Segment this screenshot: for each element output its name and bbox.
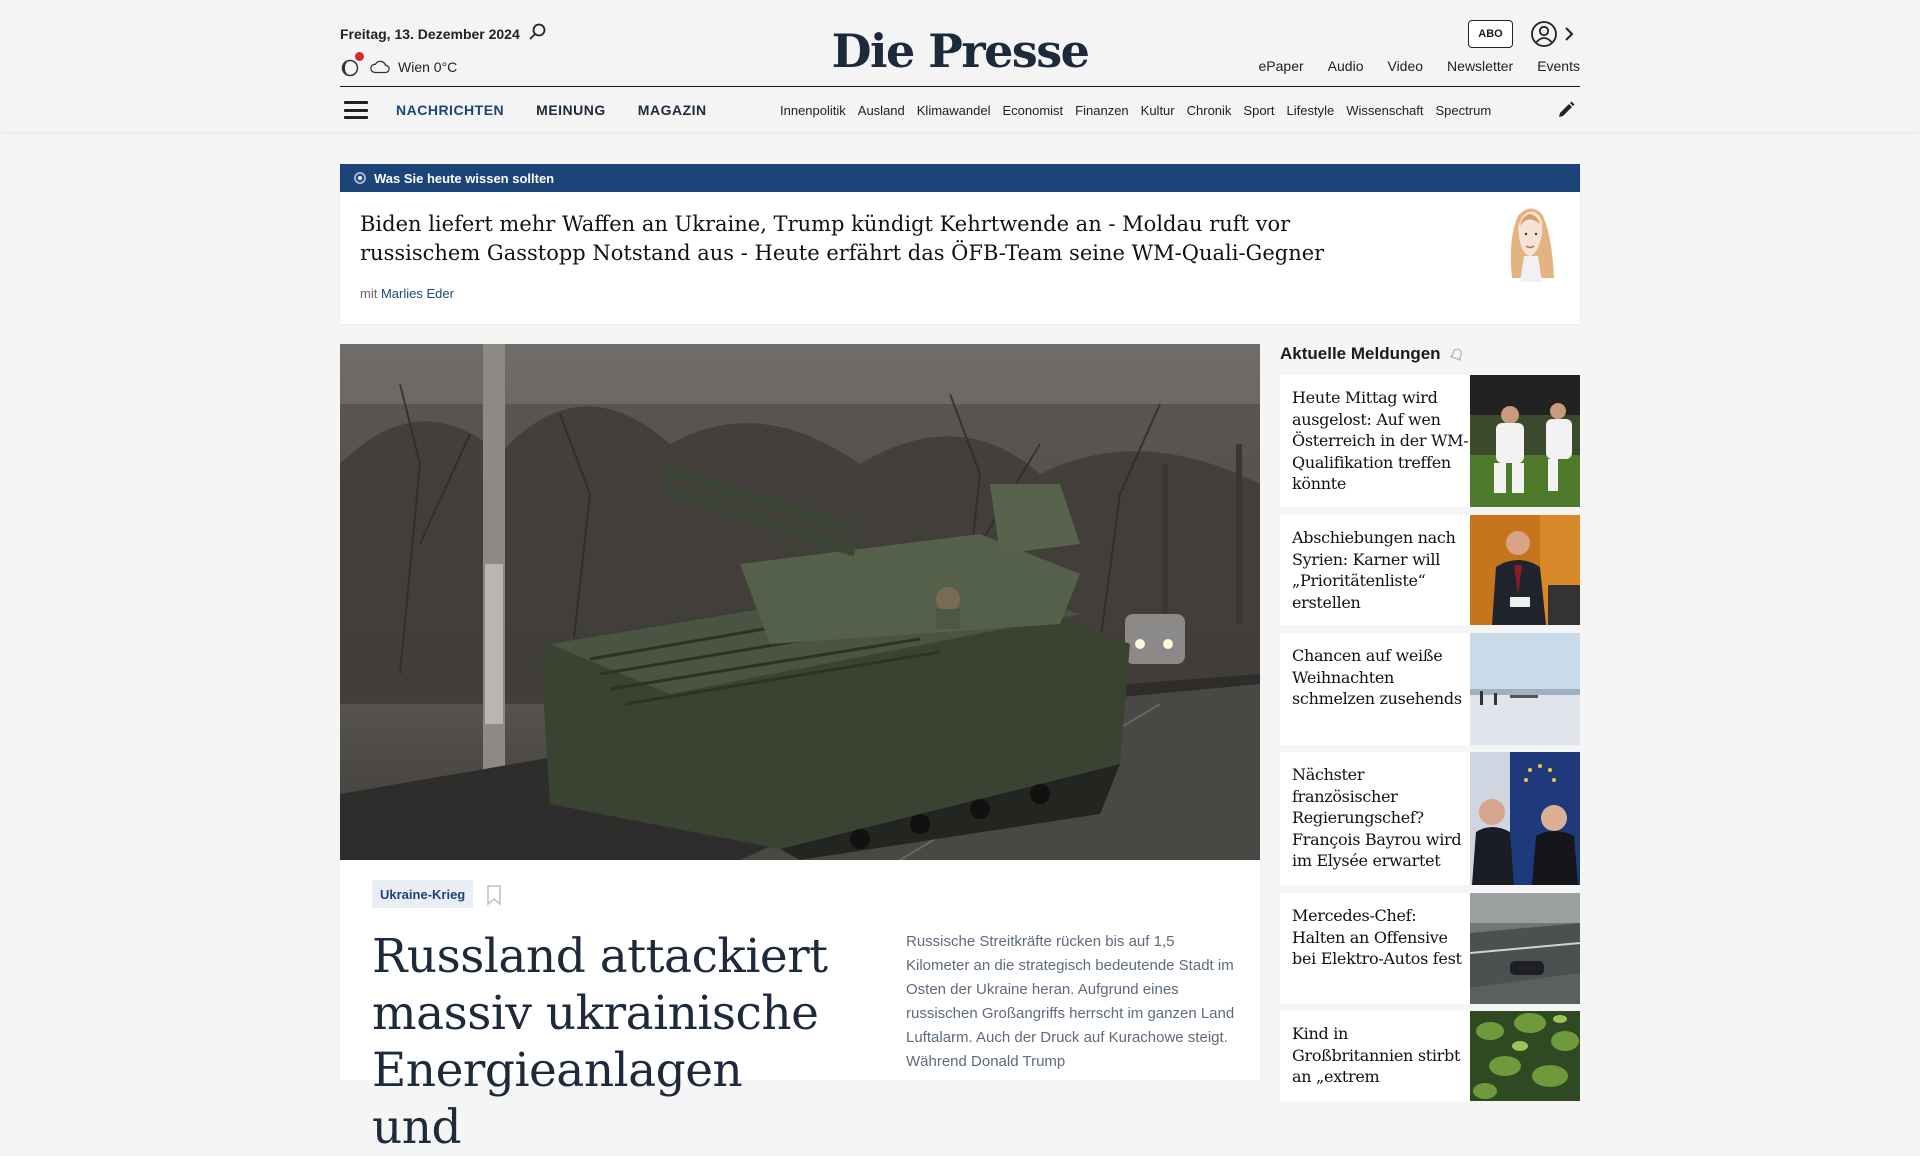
chevron-right-icon[interactable] <box>1562 24 1576 44</box>
live-indicator-icon <box>354 172 366 184</box>
daily-briefing: Was Sie heute wissen sollten Biden liefe… <box>340 164 1580 324</box>
site-header: Freitag, 13. Dezember 2024 Wien 0°C Die … <box>0 0 1920 132</box>
news-item[interactable]: Nächster französischer Regierungschef? F… <box>1280 752 1580 885</box>
news-item-title: Mercedes-Chef: Halten an Offensive bei E… <box>1292 906 1462 968</box>
nav-finanzen[interactable]: Finanzen <box>1075 103 1128 118</box>
news-thumbnail <box>1470 633 1580 745</box>
news-item[interactable]: Abschiebungen nach Syrien: Karner will „… <box>1280 515 1580 625</box>
link-video[interactable]: Video <box>1387 58 1423 74</box>
author-portrait <box>1510 208 1554 282</box>
cloud-icon <box>370 60 390 74</box>
nav-innenpolitik[interactable]: Innenpolitik <box>780 103 846 118</box>
author-prefix: mit <box>360 286 378 301</box>
primary-nav: NACHRICHTEN MEINUNG MAGAZIN <box>396 102 707 118</box>
nav-nachrichten[interactable]: NACHRICHTEN <box>396 102 504 118</box>
news-item-title: Nächster französischer Regierungschef? F… <box>1292 765 1462 870</box>
briefing-headline[interactable]: Biden liefert mehr Waffen an Ukraine, Tr… <box>360 210 1360 268</box>
nav-economist[interactable]: Economist <box>1002 103 1063 118</box>
news-item-title: Heute Mittag wird ausgelost: Auf wen Öst… <box>1292 388 1469 493</box>
section-nav: Innenpolitik Ausland Klimawandel Economi… <box>780 103 1535 118</box>
news-item[interactable]: Kind in Großbritannien stirbt an „extrem <box>1280 1011 1580 1101</box>
news-item[interactable]: Heute Mittag wird ausgelost: Auf wen Öst… <box>1280 375 1580 507</box>
bell-icon[interactable] <box>1449 346 1465 362</box>
article-headline[interactable]: Russland attackiert massiv ukrainische E… <box>372 928 842 1156</box>
current-date: Freitag, 13. Dezember 2024 <box>340 26 520 42</box>
briefing-author: mit Marlies Eder <box>360 286 454 301</box>
menu-icon[interactable] <box>344 101 368 119</box>
sidebar-title: Aktuelle Meldungen <box>1280 344 1441 363</box>
news-item-title: Chancen auf weiße Weihnachten schmelzen … <box>1292 646 1462 708</box>
news-item-title: Abschiebungen nach Syrien: Karner will „… <box>1292 528 1456 612</box>
header-divider <box>340 86 1580 87</box>
link-events[interactable]: Events <box>1537 58 1580 74</box>
main-navigation: NACHRICHTEN MEINUNG MAGAZIN Innenpolitik… <box>340 88 1580 132</box>
nav-magazin[interactable]: MAGAZIN <box>638 102 707 118</box>
news-thumbnail <box>1470 752 1580 885</box>
news-item-title: Kind in Großbritannien stirbt an „extrem <box>1292 1024 1461 1086</box>
category-tag[interactable]: Ukraine-Krieg <box>372 880 474 908</box>
news-thumbnail <box>1470 893 1580 1004</box>
nav-ausland[interactable]: Ausland <box>858 103 905 118</box>
link-newsletter[interactable]: Newsletter <box>1447 58 1513 74</box>
article-lead: Russische Streitkräfte rücken bis auf 1,… <box>906 933 1235 1070</box>
nav-chronik[interactable]: Chronik <box>1187 103 1232 118</box>
nav-lifestyle[interactable]: Lifestyle <box>1287 103 1335 118</box>
weather-text: Wien 0°C <box>398 59 458 75</box>
site-logo[interactable]: Die Presse <box>832 24 1090 78</box>
news-thumbnail <box>1470 1011 1580 1101</box>
news-item[interactable]: Mercedes-Chef: Halten an Offensive bei E… <box>1280 893 1580 1004</box>
news-thumbnail <box>1470 515 1580 625</box>
author-name[interactable]: Marlies Eder <box>381 286 454 301</box>
weather-widget: Wien 0°C <box>340 52 458 78</box>
article-hero-image[interactable] <box>340 344 1260 860</box>
latest-news-sidebar: Aktuelle Meldungen Heute Mittag wird aus… <box>1280 344 1580 1101</box>
briefing-label-bar: Was Sie heute wissen sollten <box>340 164 1580 192</box>
news-thumbnail <box>1470 375 1580 507</box>
moon-icon <box>341 59 359 77</box>
pencil-icon[interactable] <box>1556 100 1576 120</box>
nav-spectrum[interactable]: Spectrum <box>1436 103 1492 118</box>
dark-mode-toggle[interactable] <box>340 52 364 78</box>
briefing-label: Was Sie heute wissen sollten <box>374 170 555 186</box>
notification-dot <box>355 52 364 61</box>
nav-kultur[interactable]: Kultur <box>1141 103 1175 118</box>
link-epaper[interactable]: ePaper <box>1259 58 1304 74</box>
user-account-icon[interactable] <box>1530 20 1558 48</box>
nav-klimawandel[interactable]: Klimawandel <box>917 103 991 118</box>
link-audio[interactable]: Audio <box>1328 58 1364 74</box>
sidebar-header: Aktuelle Meldungen <box>1280 344 1580 364</box>
nav-sport[interactable]: Sport <box>1243 103 1274 118</box>
news-item[interactable]: Chancen auf weiße Weihnachten schmelzen … <box>1280 633 1580 745</box>
top-links: ePaper Audio Video Newsletter Events <box>1259 58 1580 74</box>
nav-meinung[interactable]: MEINUNG <box>536 102 606 118</box>
nav-wissenschaft[interactable]: Wissenschaft <box>1346 103 1423 118</box>
bookmark-icon[interactable] <box>486 884 502 906</box>
lead-article: Ukraine-Krieg Russland attackiert massiv… <box>340 344 1260 1155</box>
site-logo-wrap: Die Presse <box>0 24 1920 78</box>
search-icon[interactable] <box>528 22 548 42</box>
abo-button[interactable]: ABO <box>1468 20 1513 48</box>
